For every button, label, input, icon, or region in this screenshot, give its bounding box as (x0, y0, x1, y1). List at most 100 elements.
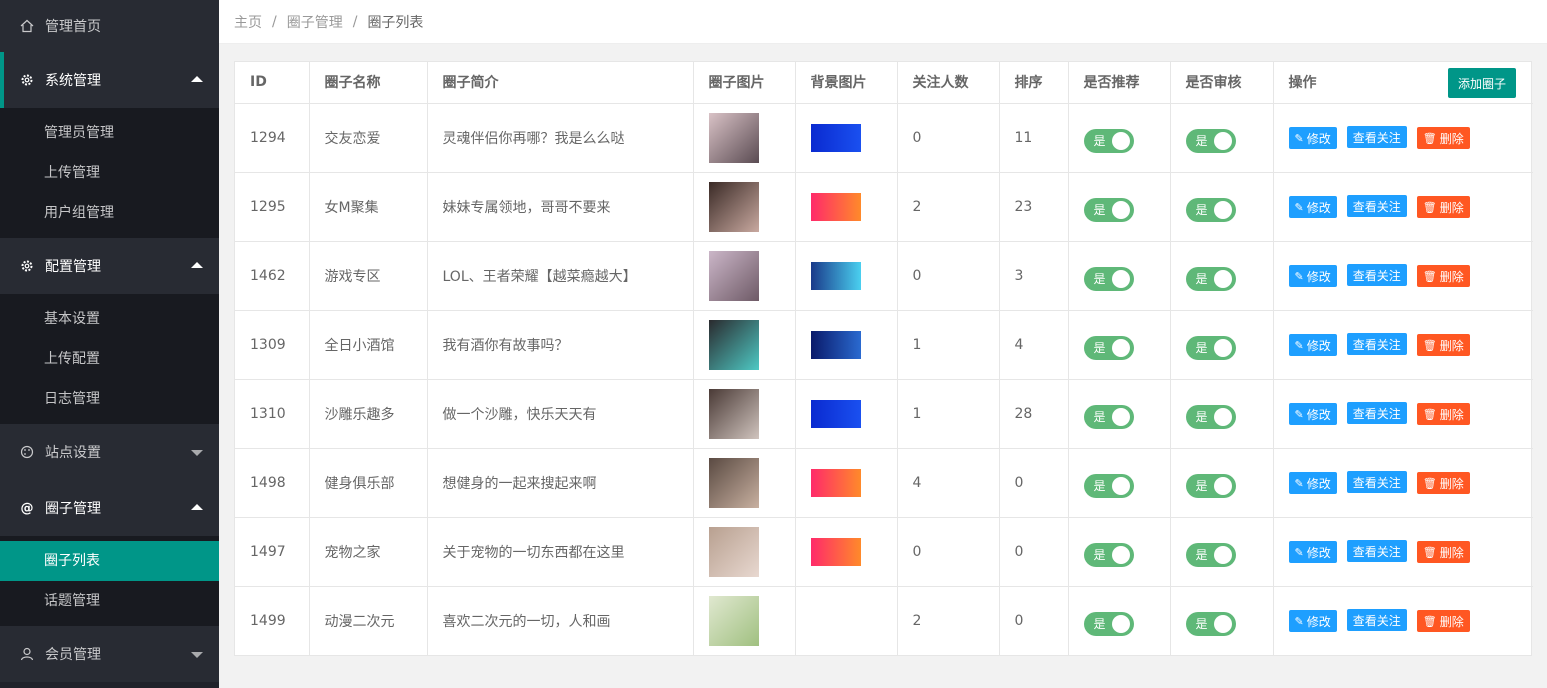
sidebar-item-circle-list[interactable]: 圈子列表 (0, 541, 219, 581)
edit-button[interactable]: ✎ 修改 (1288, 403, 1337, 425)
main-content: 主页 / 圈子管理 / 圈子列表 添加圈子 ID 圈子名称 圈子简介 圈子图片 … (219, 0, 1547, 688)
audit-toggle[interactable]: 是 (1185, 128, 1236, 153)
cell-bg (795, 103, 898, 173)
palette-icon (19, 444, 35, 460)
cell-actions: ✎ 修改 查看关注 🗑 删除 (1273, 448, 1533, 518)
trash-icon: 🗑 (1422, 131, 1437, 145)
background-image-thumbnail[interactable] (810, 399, 861, 428)
nav-group-label: 圈子管理 (45, 501, 101, 517)
circle-image-thumbnail[interactable] (708, 388, 759, 439)
cell-name: 动漫二次元 (309, 586, 428, 655)
delete-button[interactable]: 🗑 删除 (1416, 403, 1470, 425)
circle-image-thumbnail[interactable] (708, 112, 759, 163)
cell-audit: 是 (1170, 379, 1274, 449)
view-followers-button[interactable]: 查看关注 (1346, 609, 1407, 632)
background-image-thumbnail[interactable] (810, 261, 861, 290)
view-followers-button[interactable]: 查看关注 (1346, 195, 1407, 217)
edit-button[interactable]: ✎ 修改 (1288, 472, 1337, 494)
delete-button[interactable]: 🗑 删除 (1416, 196, 1470, 218)
recommend-toggle[interactable]: 是 (1083, 542, 1134, 567)
breadcrumb-level1[interactable]: 圈子管理 (287, 12, 343, 32)
delete-button[interactable]: 🗑 删除 (1416, 265, 1470, 287)
trash-icon: 🗑 (1422, 269, 1437, 283)
audit-toggle[interactable]: 是 (1185, 473, 1236, 498)
cell-desc: 想健身的一起来搜起来啊 (427, 448, 694, 518)
nav-home[interactable]: 管理首页 (0, 0, 219, 52)
toggle-label: 是 (1093, 134, 1106, 148)
view-followers-button[interactable]: 查看关注 (1346, 471, 1407, 493)
cell-bg (795, 172, 898, 242)
nav-group-label: 配置管理 (45, 259, 101, 275)
view-followers-button[interactable]: 查看关注 (1346, 540, 1407, 562)
sidebar-item-upload[interactable]: 上传管理 (0, 153, 219, 193)
recommend-toggle[interactable]: 是 (1083, 611, 1134, 636)
audit-toggle[interactable]: 是 (1185, 197, 1236, 222)
cell-name: 健身俱乐部 (309, 448, 428, 518)
pencil-icon: ✎ (1294, 269, 1304, 283)
nav-group-config[interactable]: 配置管理 (0, 238, 219, 294)
circle-image-thumbnail[interactable] (708, 457, 759, 508)
edit-button[interactable]: ✎ 修改 (1288, 127, 1337, 149)
nav-group-site[interactable]: 站点设置 (0, 424, 219, 480)
background-image-thumbnail[interactable] (810, 468, 861, 497)
audit-toggle[interactable]: 是 (1185, 611, 1236, 636)
view-followers-button[interactable]: 查看关注 (1346, 402, 1407, 424)
breadcrumb-home[interactable]: 主页 (234, 12, 262, 32)
nav-group-label: 系统管理 (45, 73, 101, 89)
cell-followers: 1 (897, 379, 1000, 449)
recommend-toggle[interactable]: 是 (1083, 335, 1134, 360)
edit-button[interactable]: ✎ 修改 (1288, 196, 1337, 218)
audit-toggle[interactable]: 是 (1185, 335, 1236, 360)
nav-group-circle[interactable]: @ 圈子管理 (0, 480, 219, 536)
edit-button[interactable]: ✎ 修改 (1288, 541, 1337, 563)
cell-recommend: 是 (1068, 586, 1171, 655)
nav-group-member[interactable]: 会员管理 (0, 626, 219, 682)
circle-image-thumbnail[interactable] (708, 595, 759, 646)
delete-button[interactable]: 🗑 删除 (1416, 472, 1470, 494)
edit-button[interactable]: ✎ 修改 (1288, 610, 1337, 633)
background-image-thumbnail[interactable] (810, 123, 861, 152)
circle-image-thumbnail[interactable] (708, 250, 759, 301)
audit-toggle[interactable]: 是 (1185, 542, 1236, 567)
cell-desc: 我有酒你有故事吗？ (427, 310, 694, 380)
sidebar-item-topic[interactable]: 话题管理 (0, 581, 219, 621)
delete-button[interactable]: 🗑 删除 (1416, 610, 1470, 633)
edit-button[interactable]: ✎ 修改 (1288, 334, 1337, 356)
sidebar-item-upload-config[interactable]: 上传配置 (0, 339, 219, 379)
cell-name: 女M聚集 (309, 172, 428, 242)
view-followers-button[interactable]: 查看关注 (1346, 264, 1407, 286)
delete-button[interactable]: 🗑 删除 (1416, 127, 1470, 149)
recommend-toggle[interactable]: 是 (1083, 473, 1134, 498)
sidebar-item-basic[interactable]: 基本设置 (0, 299, 219, 339)
sidebar-item-usergroup[interactable]: 用户组管理 (0, 193, 219, 233)
background-image-thumbnail[interactable] (810, 330, 861, 359)
delete-button[interactable]: 🗑 删除 (1416, 541, 1470, 563)
add-circle-button[interactable]: 添加圈子 (1447, 68, 1516, 98)
recommend-toggle[interactable]: 是 (1083, 128, 1134, 153)
view-followers-button[interactable]: 查看关注 (1346, 126, 1407, 148)
sidebar-item-log[interactable]: 日志管理 (0, 379, 219, 419)
circle-image-thumbnail[interactable] (708, 526, 759, 577)
pencil-icon: ✎ (1294, 131, 1304, 145)
recommend-toggle[interactable]: 是 (1083, 266, 1134, 291)
toggle-label: 是 (1195, 341, 1208, 355)
table-row: 1499 动漫二次元 喜欢二次元的一切，人和画 2 0 是是 ✎ 修改 查看关注 🗑 删除 (235, 586, 1533, 655)
recommend-toggle[interactable]: 是 (1083, 197, 1134, 222)
edit-button[interactable]: ✎ 修改 (1288, 265, 1337, 287)
audit-toggle[interactable]: 是 (1185, 266, 1236, 291)
view-followers-button[interactable]: 查看关注 (1346, 333, 1407, 355)
cell-actions: ✎ 修改 查看关注 🗑 删除 (1273, 241, 1533, 311)
circle-image-thumbnail[interactable] (708, 181, 759, 232)
recommend-toggle[interactable]: 是 (1083, 404, 1134, 429)
circle-image-thumbnail[interactable] (708, 319, 759, 370)
sidebar-item-admin[interactable]: 管理员管理 (0, 113, 219, 153)
delete-button[interactable]: 🗑 删除 (1416, 334, 1470, 356)
edit-label: 修改 (1306, 476, 1331, 491)
view-label: 查看关注 (1352, 268, 1401, 283)
col-header-sort: 排序 (999, 62, 1069, 104)
background-image-thumbnail[interactable] (810, 192, 861, 221)
nav-group-system[interactable]: 系统管理 (0, 52, 219, 108)
background-image-thumbnail[interactable] (810, 537, 861, 566)
cell-desc: 做一个沙雕，快乐天天有 (427, 379, 694, 449)
audit-toggle[interactable]: 是 (1185, 404, 1236, 429)
